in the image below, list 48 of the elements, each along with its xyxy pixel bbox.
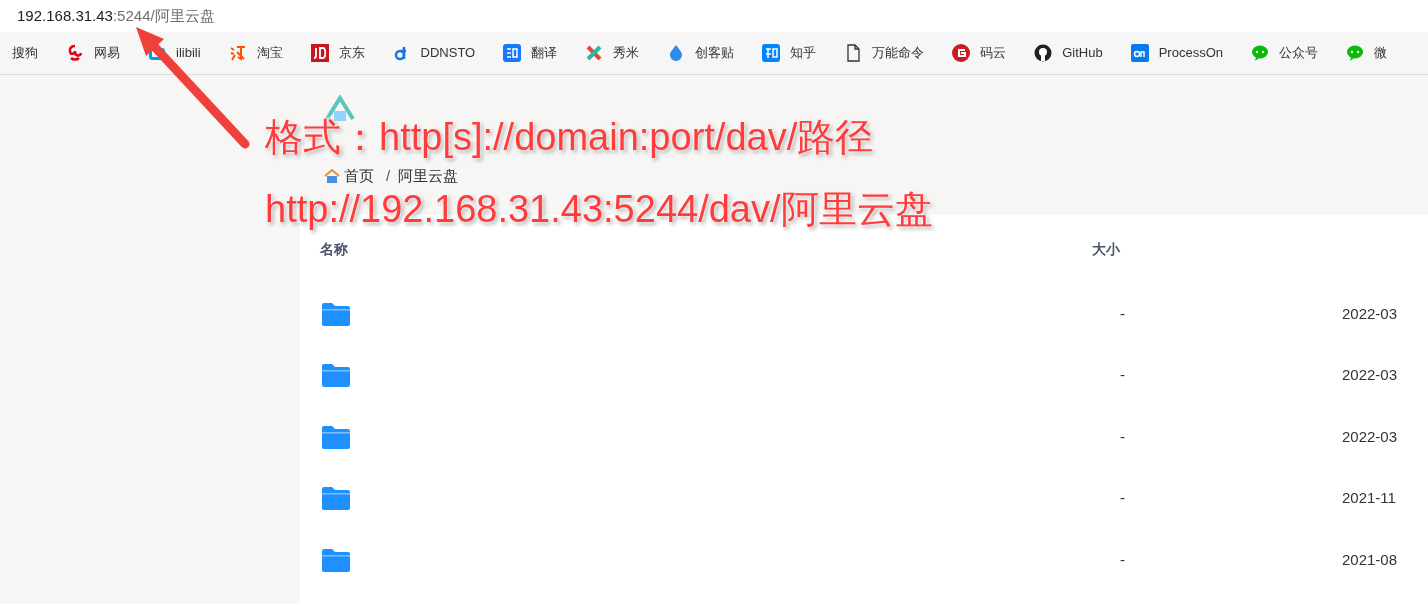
column-header[interactable]: 大小: [1092, 238, 1120, 260]
folder-icon: [322, 301, 350, 326]
bookmark-link[interactable]: 码云: [980, 43, 1007, 63]
date-cell-text: 2021-11: [1342, 488, 1396, 508]
breadcrumb-link[interactable]: 阿里云盘: [398, 167, 459, 185]
url-host: 192.168.31.43: [17, 5, 113, 26]
date-cell-text: 2022-03: [1342, 426, 1398, 447]
breadcrumb-link[interactable]: 首页: [344, 167, 374, 185]
folder-icon: [322, 486, 350, 511]
size-cell-text: -: [1120, 488, 1126, 508]
size-cell-text: -: [1120, 426, 1126, 447]
url-path: :5244/阿里云盘: [112, 5, 215, 26]
bookmark-link[interactable]: 公众号: [1279, 43, 1318, 63]
bookmark-link[interactable]: 万能命令: [872, 43, 925, 63]
bookmark-link[interactable]: 秀米: [613, 43, 640, 63]
bookmark-link[interactable]: DDNSTO: [420, 43, 476, 63]
annotation-text: http://192.168.31.43:5244/dav/阿里云盘: [265, 188, 933, 230]
bookmark-link[interactable]: 微: [1374, 43, 1387, 63]
bookmark-link[interactable]: 翻译: [531, 43, 558, 63]
bookmark-link[interactable]: 知乎: [790, 43, 817, 63]
folder-icon: [322, 424, 350, 449]
annotation-text: 格式：http[s]://domain:port/dav/路径: [265, 116, 874, 158]
bookmark-link[interactable]: GitHub: [1062, 43, 1103, 63]
size-cell-text: -: [1120, 303, 1126, 324]
bookmark-link[interactable]: ilibili: [176, 43, 201, 63]
date-cell-text: 2021-08: [1342, 549, 1398, 570]
bookmark-link[interactable]: 京东: [338, 43, 365, 63]
address-bar[interactable]: 192.168.31.43:5244/阿里云盘: [0, 0, 1428, 32]
size-cell-text: -: [1120, 549, 1126, 570]
chat-bubble-icon: [1346, 44, 1364, 62]
page-icon: [844, 44, 863, 62]
date-cell-text: 2022-03: [1342, 365, 1398, 385]
bookmark-link[interactable]: 搜狗: [12, 43, 38, 63]
breadcrumb-separator: /: [386, 167, 391, 185]
folder-icon: [322, 547, 350, 572]
cross-icon: [585, 44, 604, 62]
size-cell-text: -: [1120, 365, 1126, 385]
folder-icon: [322, 363, 350, 388]
home-icon: [324, 168, 340, 184]
bookmark-link[interactable]: ProcessOn: [1158, 43, 1223, 63]
column-header[interactable]: 名称: [320, 238, 1092, 260]
bookmark-link[interactable]: 淘宝: [256, 43, 283, 63]
g-logo-icon: [952, 44, 971, 62]
bookmark-link[interactable]: 创客贴: [695, 43, 735, 63]
date-cell-text: 2022-03: [1342, 303, 1398, 324]
chat-bubble-icon: [1251, 44, 1269, 62]
bookmark-link[interactable]: 网易: [94, 43, 120, 63]
translate-icon: [503, 44, 522, 62]
